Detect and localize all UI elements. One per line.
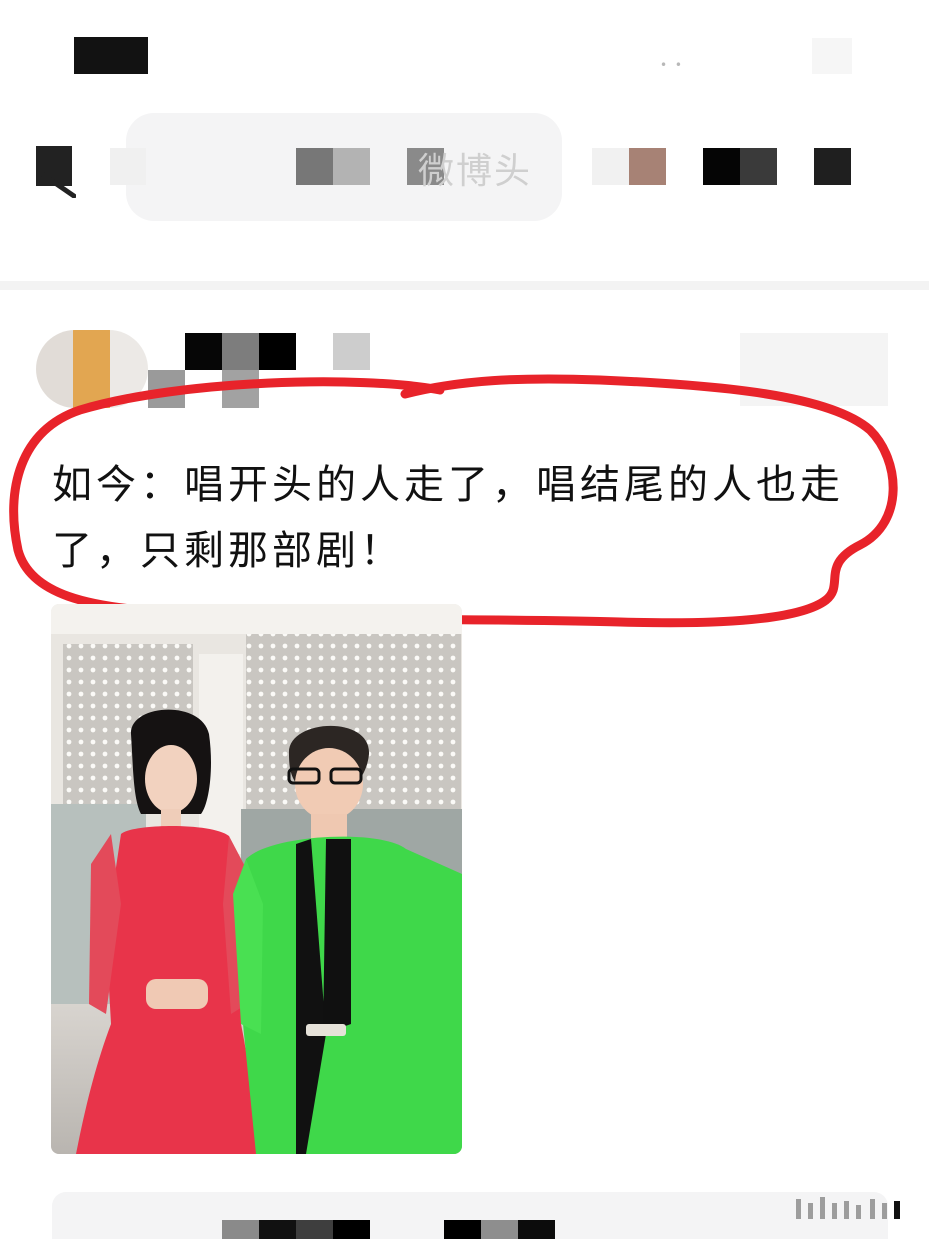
post-text: 如今：唱开头的人走了，唱结尾的人也走了，只剩那部剧！ (52, 462, 844, 574)
status-bar-time-redacted (74, 37, 148, 74)
username-redacted[interactable] (148, 370, 185, 408)
bottom-redacted-block (259, 1220, 296, 1239)
section-divider (0, 281, 929, 290)
avatar[interactable] (36, 330, 148, 408)
username-redacted[interactable] (222, 370, 259, 408)
search-text: 微博头 (418, 151, 528, 192)
username-redacted[interactable] (333, 333, 370, 370)
search-redacted-block (296, 148, 333, 185)
follow-button[interactable] (740, 333, 888, 406)
bottom-redacted-block (222, 1220, 259, 1239)
bottom-redacted-block (518, 1220, 555, 1239)
bottom-redacted-block (481, 1220, 518, 1239)
header-icon-redacted[interactable] (592, 148, 629, 185)
more-icon[interactable] (814, 148, 851, 185)
bar-chart-icon[interactable] (790, 1195, 908, 1221)
username-redacted[interactable] (185, 333, 222, 370)
bottom-redacted-block (296, 1220, 333, 1239)
username-redacted[interactable] (222, 333, 259, 370)
weibo-post-screen: • • 微博头 如今：唱开头的人走了，唱结尾的人也走了，只剩那部剧！ (0, 0, 929, 1239)
header-icon-redacted[interactable] (629, 148, 666, 185)
search-redacted-block (333, 148, 370, 185)
header-icon-redacted[interactable] (740, 148, 777, 185)
post-photo[interactable] (51, 604, 462, 1154)
username-redacted[interactable] (259, 333, 296, 370)
status-battery-icon (812, 38, 852, 74)
bottom-redacted-block (333, 1220, 370, 1239)
bottom-redacted-block (444, 1220, 481, 1239)
search-redacted-block (110, 148, 146, 185)
header-icon-redacted[interactable] (703, 148, 740, 185)
status-signal-icon: • • (660, 58, 684, 72)
back-arrow-icon[interactable] (36, 146, 76, 198)
